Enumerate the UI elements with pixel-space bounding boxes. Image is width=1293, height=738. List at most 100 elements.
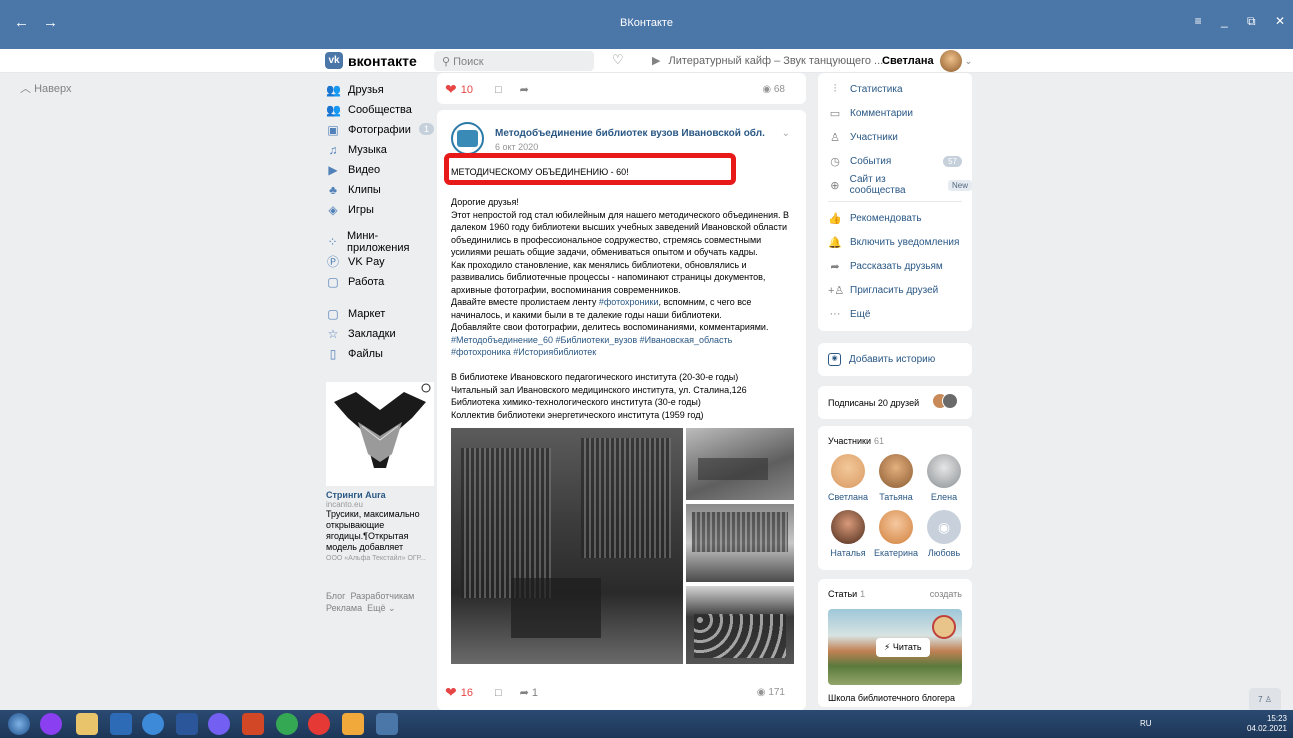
photo-reading-room[interactable] <box>686 428 794 500</box>
tray-clock[interactable]: 15:23 04.02.2021 <box>1247 714 1287 734</box>
minimize-button[interactable]: _ <box>1221 14 1228 28</box>
user-menu[interactable]: Светлана ⌄ <box>882 50 972 72</box>
comment-icon[interactable]: □ <box>495 687 502 699</box>
member-item[interactable]: Екатерина <box>872 510 920 566</box>
viber-icon[interactable] <box>208 713 230 735</box>
menu-item-site[interactable]: ⊕ Сайт из сообщества New <box>818 173 972 197</box>
chrome-icon[interactable] <box>276 713 298 735</box>
yandex-browser-icon[interactable] <box>308 713 330 735</box>
bookmarks-icon: ☆ <box>327 327 339 341</box>
subscribed-friends-card[interactable]: Подписаны 20 друзей <box>818 386 972 419</box>
menu-item-recommend[interactable]: 👍 Рекомендовать <box>818 206 972 230</box>
articles-header[interactable]: Статьи 1 <box>828 589 865 599</box>
menu-label: Пригласить друзей <box>850 284 939 296</box>
menu-item-invite[interactable]: +♙ Пригласить друзей <box>818 278 972 302</box>
menu-item-mini-apps[interactable]: ⁘ Мини-приложения <box>326 230 434 254</box>
menu-item-members[interactable]: ♙ Участники <box>818 125 972 149</box>
menu-item-games[interactable]: ◈ Игры <box>326 200 434 220</box>
menu-item-notifications[interactable]: 🔔 Включить уведомления <box>818 230 972 254</box>
read-button[interactable]: ⚡ Читать <box>876 638 930 657</box>
menu-item-events[interactable]: ◷ События 57 <box>818 149 972 173</box>
photo-chemistry-library[interactable] <box>686 504 794 582</box>
notifications-bell-icon[interactable]: ♡ <box>612 52 624 68</box>
hashtags-line[interactable]: #Методобъединение_60 #Библиотеки_вузов #… <box>451 334 796 347</box>
audio-player[interactable]: ▶ Литературный кайф – Звук танцующего ... <box>652 54 883 67</box>
article-title[interactable]: Школа библиотечного блогера <box>828 693 955 703</box>
menu-item-music[interactable]: ♫ Музыка <box>326 140 434 160</box>
window-title: ВКонтакте <box>620 17 673 29</box>
menu-item-photos[interactable]: ▣ Фотографии 1 <box>326 120 434 140</box>
share-icon[interactable]: ➦ <box>520 83 529 96</box>
community-avatar[interactable] <box>451 122 484 155</box>
ad-title[interactable]: Стринги Aura <box>326 490 436 500</box>
odnoklassniki-icon[interactable] <box>342 713 364 735</box>
hashtag-link[interactable]: #фотохроники <box>599 297 659 307</box>
footer-link-more[interactable]: Ещё ⌄ <box>367 603 395 613</box>
eye-icon: ◉ <box>762 84 772 95</box>
ie-icon[interactable] <box>142 713 164 735</box>
search-input[interactable]: ⚲ Поиск <box>434 51 594 71</box>
post-date[interactable]: 6 окт 2020 <box>495 142 538 152</box>
chevron-down-icon[interactable]: ⌄ <box>782 128 790 139</box>
explorer-icon[interactable] <box>76 713 98 735</box>
members-header[interactable]: Участники 61 <box>828 436 884 446</box>
online-friends-badge[interactable]: 7 ♙ <box>1249 688 1281 712</box>
alice-icon[interactable] <box>40 713 62 735</box>
footer-link-blog[interactable]: Блог <box>326 591 345 601</box>
photo-library-staff[interactable] <box>686 586 794 664</box>
close-button[interactable]: ✕ <box>1275 14 1285 28</box>
powerpoint-icon[interactable] <box>242 713 264 735</box>
menu-item-work[interactable]: ▢ Работа <box>326 272 434 292</box>
hashtags-line[interactable]: #фотохроника #Историябиблиотек <box>451 346 796 359</box>
menu-item-market[interactable]: ▢ Маркет <box>326 304 434 324</box>
footer-link-ads[interactable]: Реклама <box>326 603 362 613</box>
member-item[interactable]: Елена <box>920 454 968 510</box>
menu-item-vkpay[interactable]: Ⓟ VK Pay <box>326 252 434 272</box>
menu-item-more[interactable]: ··· Ещё <box>818 302 972 326</box>
menu-item-statistics[interactable]: ⫶ Статистика <box>818 77 972 101</box>
post-author[interactable]: Методобъединение библиотек вузов Ивановс… <box>495 128 765 139</box>
article-cover[interactable]: ⚡ Читать <box>828 609 962 685</box>
member-item[interactable]: Светлана <box>824 454 872 510</box>
share-icon[interactable]: ➦ <box>520 686 529 699</box>
menu-item-bookmarks[interactable]: ☆ Закладки <box>326 324 434 344</box>
photos-icon: ▣ <box>327 123 339 137</box>
tray-lang[interactable]: RU <box>1140 719 1152 728</box>
member-item[interactable]: ◉ Любовь <box>920 510 968 566</box>
vk-app-icon[interactable] <box>376 713 398 735</box>
heart-icon[interactable]: ❤ <box>445 684 457 701</box>
member-item[interactable]: Татьяна <box>872 454 920 510</box>
vk-logo[interactable]: vk вконтакте <box>325 52 417 69</box>
menu-label: Рекомендовать <box>850 212 922 224</box>
start-button-icon[interactable] <box>8 713 30 735</box>
post-line: Как проходило становление, как менялись … <box>451 259 747 270</box>
play-icon[interactable]: ▶ <box>652 55 660 67</box>
menu-label: Сайт из сообщества <box>849 174 906 196</box>
word-icon[interactable] <box>176 713 198 735</box>
heart-icon[interactable]: ❤ <box>445 81 457 98</box>
photo-library-interior[interactable] <box>451 428 683 664</box>
create-article-link[interactable]: создать <box>930 589 962 599</box>
outlook-icon[interactable] <box>110 713 132 735</box>
footer-link-dev[interactable]: Разработчикам <box>350 591 414 601</box>
menu-item-comments[interactable]: ▭ Комментарии <box>818 101 972 125</box>
member-name: Любовь <box>927 548 961 558</box>
add-story-button[interactable]: ◉ Добавить историю <box>818 343 972 376</box>
menu-item-communities[interactable]: 👥 Сообщества <box>326 100 434 120</box>
add-story-card[interactable]: ◉ Добавить историю <box>818 343 972 376</box>
menu-label: Ещё <box>850 308 871 320</box>
menu-button[interactable]: ≡ <box>1195 14 1202 28</box>
scroll-to-top-link[interactable]: ︿ Наверх <box>20 80 71 96</box>
menu-item-tell-friends[interactable]: ➦ Рассказать друзьям <box>818 254 972 278</box>
menu-item-friends[interactable]: 👥 Друзья <box>326 80 434 100</box>
menu-item-files[interactable]: ▯ Файлы <box>326 344 434 364</box>
menu-label: События <box>850 155 892 167</box>
maximize-button[interactable]: ⧉ <box>1247 14 1256 28</box>
ad-block[interactable]: Стринги Aura incanto.eu Трусики, максима… <box>326 382 436 562</box>
menu-item-video[interactable]: ▶ Видео <box>326 160 434 180</box>
menu-item-clips[interactable]: ♣ Клипы <box>326 180 434 200</box>
member-item[interactable]: Наталья <box>824 510 872 566</box>
comment-icon[interactable]: □ <box>495 84 502 96</box>
ad-image[interactable] <box>326 382 434 486</box>
